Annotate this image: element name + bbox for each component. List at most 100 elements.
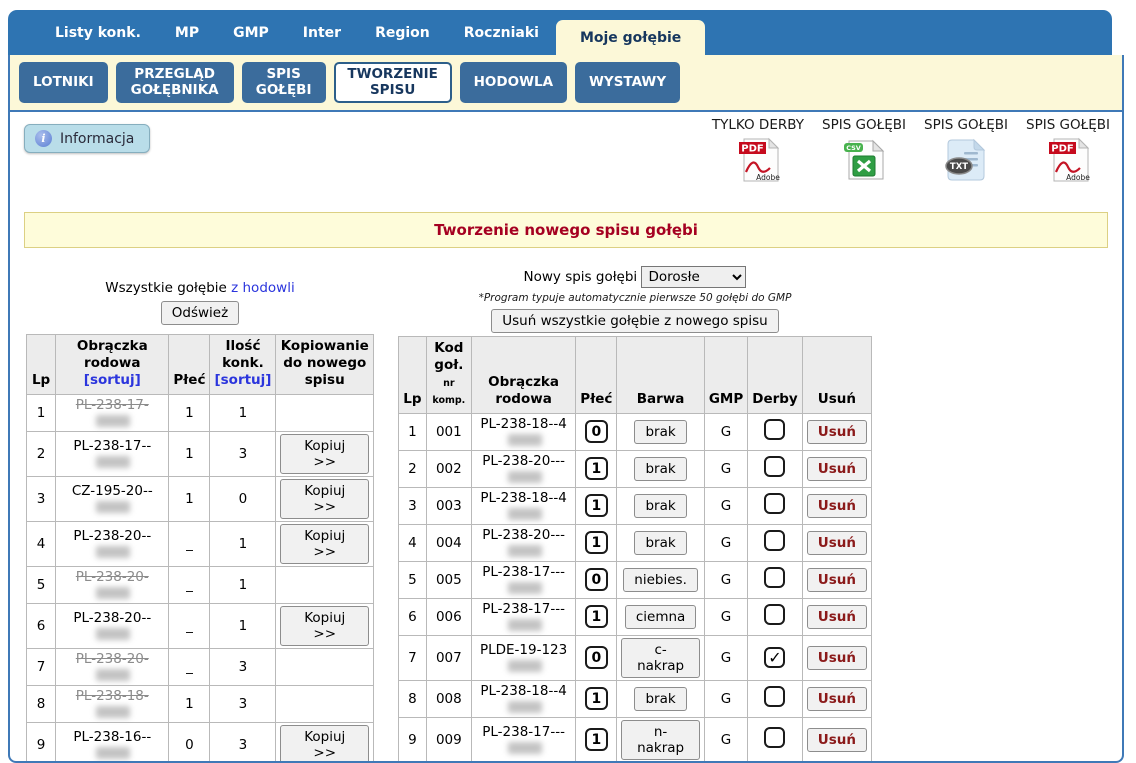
masked-ring-digits <box>96 747 130 759</box>
delete-button[interactable]: Usuń <box>807 531 867 555</box>
delete-button[interactable]: Usuń <box>807 687 867 711</box>
subnav-wystawy[interactable]: WYSTAWY <box>575 62 680 103</box>
subnav-tworzenie-spisu[interactable]: TWORZENIE SPISU <box>334 62 452 103</box>
color-button[interactable]: ciemna <box>625 605 696 629</box>
gmp-cell: G <box>704 635 747 680</box>
excel-csv-icon[interactable]: CSV <box>840 136 888 188</box>
tab-moje-gołębie[interactable]: Moje gołębie <box>556 20 705 55</box>
tab-listy-konk[interactable]: Listy konk. <box>38 10 158 55</box>
ring-prefix: PL-238-18--4 <box>480 416 566 432</box>
color-button[interactable]: brak <box>634 457 686 481</box>
table-row: 1PL-238-17-11 <box>27 394 374 431</box>
sex-toggle-button[interactable]: 1 <box>585 457 608 480</box>
derby-checkbox[interactable]: ✓ <box>764 647 785 668</box>
delete-button[interactable]: Usuń <box>807 568 867 592</box>
clear-list-button[interactable]: Usuń wszystkie gołębie z nowego spisu <box>491 309 778 333</box>
table-row: 7007PLDE-19-1230c-nakrapG✓Usuń <box>399 635 872 680</box>
sex-toggle-button[interactable]: 1 <box>585 687 608 710</box>
new-list-select[interactable]: Dorosłe <box>641 266 746 288</box>
sex-toggle-button[interactable]: 0 <box>585 568 608 591</box>
delete-button[interactable]: Usuń <box>807 457 867 481</box>
informacja-button[interactable]: i Informacja <box>24 124 150 153</box>
delete-button[interactable]: Usuń <box>807 494 867 518</box>
hodowla-link[interactable]: z hodowli <box>231 280 295 296</box>
color-button[interactable]: brak <box>634 420 686 444</box>
sex-cell: 1 <box>169 476 210 521</box>
sex-toggle-button[interactable]: 0 <box>585 646 608 669</box>
masked-ring-digits <box>508 508 542 520</box>
derby-checkbox[interactable] <box>764 419 785 440</box>
sex-toggle-button[interactable]: 1 <box>585 531 608 554</box>
derby-checkbox[interactable] <box>764 493 785 514</box>
sort-ring-link[interactable]: [sortuj] <box>60 372 164 389</box>
ring-cell: PL-238-18--4 <box>471 413 575 450</box>
copy-button[interactable]: Kopiuj >> <box>280 434 369 474</box>
subnav-hodowla[interactable]: HODOWLA <box>460 62 567 103</box>
derby-checkbox[interactable] <box>764 604 785 625</box>
refresh-button[interactable]: Odśwież <box>161 301 239 325</box>
tab-gmp[interactable]: GMP <box>216 10 286 55</box>
delete-cell: Usuń <box>802 450 871 487</box>
color-button[interactable]: brak <box>634 494 686 518</box>
export-spis-gołębi[interactable]: SPIS GOŁĘBITXT <box>924 117 1008 188</box>
export-tylko-derby[interactable]: TYLKO DERBYPDFAdobe <box>712 117 804 188</box>
derby-checkbox[interactable] <box>764 727 785 748</box>
color-button[interactable]: c-nakrap <box>621 638 699 678</box>
ring-cell: PL-238-20- <box>56 566 169 603</box>
copy-cell <box>276 685 374 722</box>
subnav-spis-gołębi[interactable]: SPIS GOŁĘBI <box>242 62 326 103</box>
derby-checkbox[interactable] <box>764 456 785 477</box>
derby-checkbox[interactable] <box>764 686 785 707</box>
gmp-cell: G <box>704 598 747 635</box>
copy-button[interactable]: Kopiuj >> <box>280 479 369 519</box>
ring-cell: PL-238-18--4 <box>471 487 575 524</box>
txt-icon[interactable]: TXT <box>942 136 990 188</box>
ring-prefix: PL-238-20--- <box>482 527 565 543</box>
delete-button[interactable]: Usuń <box>807 646 867 670</box>
copy-cell: Kopiuj >> <box>276 521 374 566</box>
derby-cell <box>748 598 802 635</box>
delete-cell: Usuń <box>802 598 871 635</box>
color-button[interactable]: niebies. <box>623 568 698 592</box>
sex-toggle-button[interactable]: 1 <box>585 605 608 628</box>
toolbar: i Informacja TYLKO DERBYPDFAdobe SPIS GOŁ… <box>10 112 1122 212</box>
subnav-lotniki[interactable]: LOTNIKI <box>19 62 108 103</box>
code-cell: 002 <box>426 450 471 487</box>
derby-checkbox[interactable] <box>764 530 785 551</box>
header-code: Kod goł. nr komp. <box>426 337 471 414</box>
tab-inter[interactable]: Inter <box>286 10 358 55</box>
delete-button[interactable]: Usuń <box>807 420 867 444</box>
masked-ring-digits <box>96 706 130 718</box>
sort-count-link[interactable]: [sortuj] <box>214 372 271 389</box>
masked-ring-digits <box>96 456 130 468</box>
copy-button[interactable]: Kopiuj >> <box>280 606 369 646</box>
ring-cell: PL-238-20--- <box>471 524 575 561</box>
gmp-cell: G <box>704 561 747 598</box>
gmp-cell: G <box>704 413 747 450</box>
color-button[interactable]: brak <box>634 531 686 555</box>
subnav-przegląd-gołębnika[interactable]: PRZEGLĄD GOŁĘBNIKA <box>116 62 234 103</box>
tab-region[interactable]: Region <box>358 10 447 55</box>
derby-checkbox[interactable] <box>764 567 785 588</box>
color-button[interactable]: n-nakrap <box>621 720 699 760</box>
sex-cell: 1 <box>169 685 210 722</box>
header-count-label: Ilość konk. <box>222 338 264 371</box>
copy-button[interactable]: Kopiuj >> <box>280 524 369 564</box>
export-spis-gołębi[interactable]: SPIS GOŁĘBIPDFAdobe <box>1026 117 1110 188</box>
tab-roczniaki[interactable]: Roczniaki <box>447 10 556 55</box>
sex-toggle-button[interactable]: 0 <box>585 420 608 443</box>
sex-toggle-button[interactable]: 1 <box>585 494 608 517</box>
delete-button[interactable]: Usuń <box>807 605 867 629</box>
color-button[interactable]: brak <box>634 687 686 711</box>
export-spis-gołębi[interactable]: SPIS GOŁĘBICSV <box>822 117 906 188</box>
gmp-note: *Program typuje automatycznie pierwsze 5… <box>398 292 872 304</box>
sex-toggle-button[interactable]: 1 <box>585 728 608 751</box>
delete-cell: Usuń <box>802 635 871 680</box>
copy-button[interactable]: Kopiuj >> <box>280 725 369 763</box>
content: Wszystkie gołębie z hodowli Odśwież Lp O… <box>10 264 1122 763</box>
pdf-icon[interactable]: PDFAdobe <box>734 136 782 188</box>
delete-button[interactable]: Usuń <box>807 728 867 752</box>
tab-mp[interactable]: MP <box>158 10 216 55</box>
all-pigeons-title-text: Wszystkie gołębie <box>105 280 227 296</box>
pdf-icon[interactable]: PDFAdobe <box>1044 136 1092 188</box>
